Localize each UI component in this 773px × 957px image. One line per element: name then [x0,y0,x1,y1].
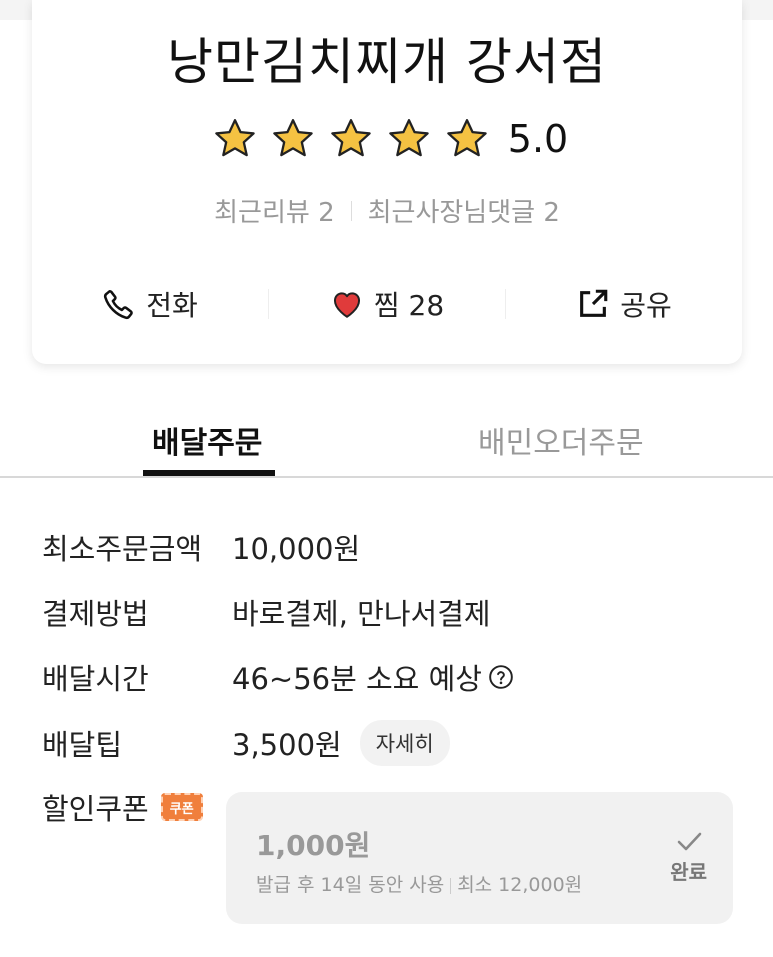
action-bar: 전화 찜 28 공유 [32,278,742,330]
question-circle-icon[interactable] [488,664,514,690]
share-icon [580,289,608,317]
recent-owner-replies-link[interactable]: 최근사장님댓글 2 [368,192,560,229]
delivery-time-value-wrap: 46~56분 소요 예상 [232,656,514,698]
info-label: 최소주문금액 [42,532,203,566]
coupon-description: 발급 후 14일 동안 사용 최소 12,000원 [256,870,582,897]
star-icon [212,116,258,162]
call-label: 전화 [146,289,198,322]
coupon-status: 완료 [670,830,707,885]
payment-method-value: 바로결제, 만나서결제 [232,597,491,631]
delivery-tip-value: 3,500원 [232,728,342,762]
coupon-card[interactable]: 1,000원 발급 후 14일 동안 사용 최소 12,000원 완료 [226,792,733,924]
heart-icon [333,292,360,318]
info-label: 배달팁 [42,728,123,762]
store-header-card: 낭만김치찌개 강서점 5.0 최근리뷰 2 최근사장님댓글 2 전화 찜 28 … [32,0,742,364]
coupon-row: 할인쿠폰 쿠폰 [42,786,203,828]
payment-method-row: 결제방법 바로결제, 만나서결제 [42,591,491,633]
active-tab-indicator [143,470,275,476]
delivery-time-row: 배달시간 46~56분 소요 예상 [42,656,514,698]
info-label: 배달시간 [42,662,149,696]
store-name: 낭만김치찌개 강서점 [167,33,607,91]
star-icon [386,116,432,162]
order-type-tabs: 배달주문 배민오더주문 [0,390,773,478]
divider [350,200,352,221]
review-summary: 최근리뷰 2 최근사장님댓글 2 [32,192,742,229]
share-label: 공유 [620,289,672,322]
check-icon [677,832,701,851]
info-label: 결제방법 [42,597,149,631]
tab-baemin-order[interactable]: 배민오더주문 [478,418,644,462]
like-count-label: 찜 28 [373,289,445,322]
star-icon [328,116,374,162]
share-button[interactable]: 공유 [506,284,742,324]
star-icon [270,116,316,162]
recent-reviews-link[interactable]: 최근리뷰 2 [214,192,335,229]
coupon-issue-note: 발급 후 14일 동안 사용 [256,874,445,896]
star-icon [444,116,490,162]
phone-icon [104,290,134,320]
min-order-row: 최소주문금액 10,000원 [42,526,360,568]
delivery-tip-value-wrap: 3,500원 자세히 [232,720,450,766]
min-order-value: 10,000원 [232,532,361,566]
like-button[interactable]: 찜 28 [269,284,505,324]
call-button[interactable]: 전화 [32,284,268,324]
tab-delivery-order[interactable]: 배달주문 [152,418,262,462]
coupon-status-label: 완료 [670,860,707,884]
delivery-tip-detail-button[interactable]: 자세히 [359,720,450,766]
delivery-tip-row: 배달팁 3,500원 자세히 [42,720,450,766]
info-label: 할인쿠폰 [42,792,149,826]
coupon-min-order-note: 최소 12,000원 [457,874,583,896]
delivery-time-value: 46~56분 소요 예상 [232,662,482,696]
rating-value: 5.0 [507,117,569,161]
divider [450,877,452,894]
coupon-amount: 1,000원 [256,829,371,862]
coupon-tag-icon: 쿠폰 [160,793,203,821]
rating-row: 5.0 [32,116,742,162]
